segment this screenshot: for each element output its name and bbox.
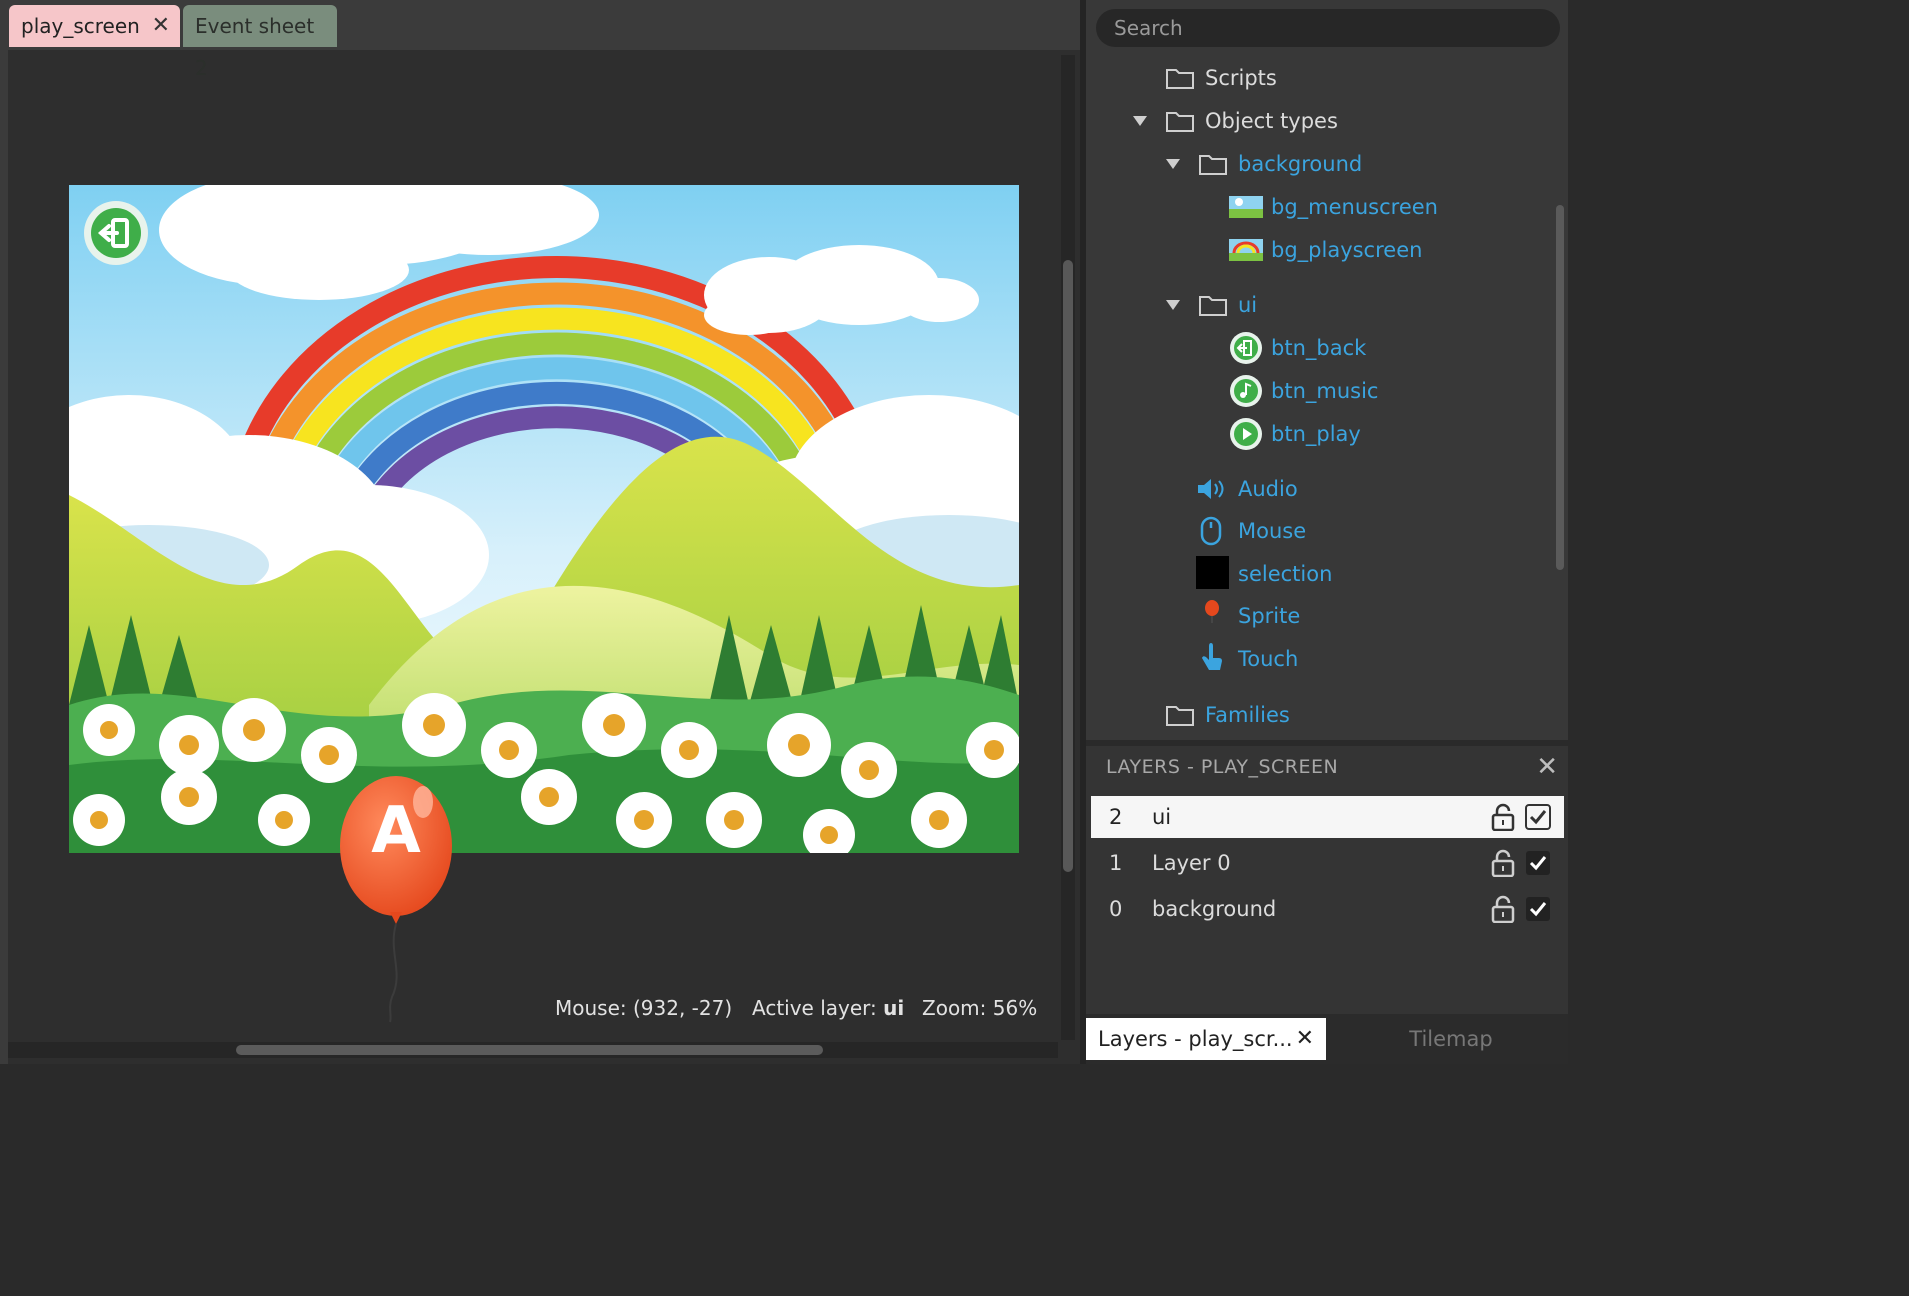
layout-editor: play_screen ✕ Event sheet 2 A Mouse: (93… (0, 0, 1080, 1064)
active-layer-label: Active layer: (752, 996, 884, 1020)
project-bar: Search Scripts Object types background b… (1086, 0, 1568, 740)
tree-label: btn_play (1271, 422, 1361, 446)
layer-row-layer-0[interactable]: 1 Layer 0 (1091, 842, 1564, 884)
mouse-position-readout: Mouse: (932, -27) (555, 996, 733, 1020)
tab-label: play_screen (21, 14, 140, 38)
tree-label: selection (1238, 562, 1333, 586)
close-panel-icon[interactable]: ✕ (1536, 752, 1558, 782)
tab-label: Layers - play_scr... (1098, 1027, 1293, 1051)
expand-arrow-icon[interactable] (1166, 159, 1180, 169)
layers-panel-title: LAYERS - PLAY_SCREEN (1106, 756, 1339, 778)
layer-index: 2 (1109, 805, 1123, 829)
tree-label: bg_playscreen (1271, 238, 1423, 262)
horizontal-scroll-thumb[interactable] (236, 1045, 823, 1055)
editor-window: play_screen ✕ Event sheet 2 A Mouse: (93… (0, 0, 1568, 1064)
project-scroll-thumb[interactable] (1556, 205, 1564, 570)
visibility-checkbox-icon[interactable] (1525, 896, 1551, 922)
close-tab-icon[interactable]: ✕ (1296, 1018, 1314, 1060)
zoom-readout: Zoom: 56% (922, 996, 1038, 1020)
layout-canvas[interactable] (69, 185, 1019, 853)
back-button-icon (1230, 332, 1262, 364)
unlock-icon[interactable] (1491, 849, 1515, 877)
vertical-scroll-thumb[interactable] (1063, 260, 1073, 872)
layers-panel: LAYERS - PLAY_SCREEN ✕ 2 ui 1 Layer 0 0 … (1086, 746, 1568, 1014)
bottom-panel-tabs: Layers - play_scr... ✕ Tilemap (1086, 1014, 1568, 1064)
play-button-icon (1230, 418, 1262, 450)
project-scrollbar[interactable] (1556, 55, 1566, 735)
layer-name: Layer 0 (1152, 851, 1231, 875)
tree-label: Audio (1238, 477, 1298, 501)
vertical-scrollbar[interactable] (1061, 55, 1075, 1040)
tree-label: background (1238, 152, 1363, 176)
active-layer-value: ui (883, 996, 905, 1020)
tab-label: Event sheet 2 (195, 14, 315, 80)
tree-label: Sprite (1238, 604, 1301, 628)
scene-background-image (69, 185, 1019, 853)
back-button-sprite-icon[interactable] (83, 200, 149, 266)
layer-index: 0 (1109, 897, 1123, 921)
expand-arrow-icon[interactable] (1133, 116, 1147, 126)
unlock-icon[interactable] (1491, 803, 1515, 831)
horizontal-scrollbar[interactable] (8, 1042, 1058, 1058)
layer-name: ui (1152, 805, 1172, 829)
layer-index: 1 (1109, 851, 1123, 875)
layer-row-ui[interactable]: 2 ui (1091, 796, 1564, 838)
folder-icon (1166, 706, 1194, 726)
tree-label: bg_menuscreen (1271, 195, 1438, 219)
expand-arrow-icon[interactable] (1166, 300, 1180, 310)
tree-label: btn_music (1271, 379, 1379, 403)
touch-hand-icon (1202, 643, 1222, 670)
mouse-icon (1200, 516, 1222, 546)
layer-name: background (1152, 897, 1277, 921)
visibility-checkbox-icon[interactable] (1525, 850, 1551, 876)
folder-icon (1199, 296, 1227, 316)
bg-thumbnail-icon (1229, 239, 1263, 261)
speaker-icon (1198, 479, 1224, 499)
tab-tilemap[interactable]: Tilemap (1391, 1018, 1511, 1060)
active-layer-readout: Active layer: ui (752, 996, 904, 1020)
unlock-icon[interactable] (1491, 895, 1515, 923)
folder-icon (1199, 155, 1227, 175)
folder-icon (1166, 69, 1194, 89)
tab-play-screen[interactable]: play_screen ✕ (9, 5, 180, 47)
tree-label: btn_back (1271, 336, 1367, 360)
close-tab-icon[interactable]: ✕ (152, 5, 170, 47)
tree-label: Object types (1205, 109, 1338, 133)
tree-label: Families (1205, 703, 1290, 727)
tree-label: Mouse (1238, 519, 1307, 543)
tab-bar: play_screen ✕ Event sheet 2 (0, 0, 1080, 80)
folder-icon (1166, 112, 1194, 132)
tree-label: ui (1238, 293, 1258, 317)
visibility-checkbox-icon[interactable] (1525, 804, 1551, 830)
left-strip (0, 50, 8, 1064)
search-input[interactable]: Search (1096, 9, 1560, 47)
balloon-icon (1205, 600, 1219, 623)
bg-thumbnail-icon (1229, 196, 1263, 218)
selection-swatch-icon (1196, 556, 1229, 589)
music-button-icon (1230, 375, 1262, 407)
tree-label: Scripts (1205, 66, 1277, 90)
layer-row-background[interactable]: 0 background (1091, 888, 1564, 930)
balloon-letter: A (371, 794, 421, 868)
tab-layers[interactable]: Layers - play_scr... ✕ (1086, 1018, 1326, 1060)
tree-label: Touch (1238, 647, 1299, 671)
balloon-sprite[interactable]: A (338, 772, 454, 1024)
tab-event-sheet-2[interactable]: Event sheet 2 (183, 5, 337, 80)
